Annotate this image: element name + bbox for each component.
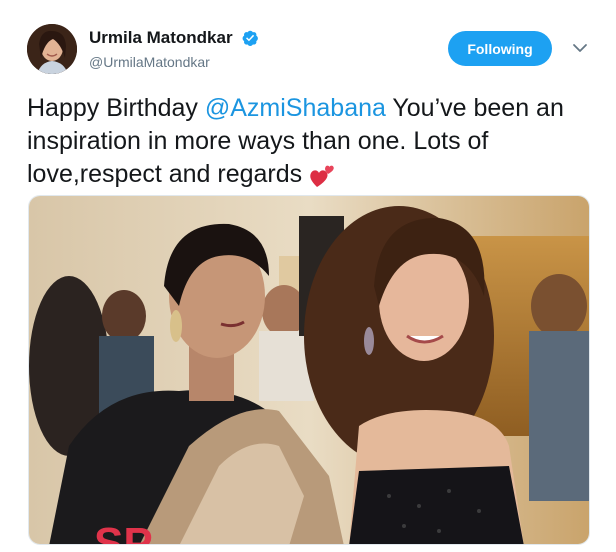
tweet-header: Urmila Matondkar @UrmilaMatondkar Follow… bbox=[27, 24, 596, 76]
tweet-text-start: Happy Birthday bbox=[27, 94, 205, 122]
author-handle[interactable]: @UrmilaMatondkar bbox=[89, 54, 259, 70]
author-avatar[interactable] bbox=[27, 24, 77, 74]
mention-link[interactable]: @AzmiShabana bbox=[205, 94, 386, 122]
author-info: Urmila Matondkar @UrmilaMatondkar bbox=[89, 28, 259, 70]
tweet-card: Urmila Matondkar @UrmilaMatondkar Follow… bbox=[0, 0, 616, 552]
author-name[interactable]: Urmila Matondkar bbox=[89, 28, 233, 48]
tweet-photo[interactable]: SP bbox=[28, 195, 590, 545]
chevron-down-icon[interactable] bbox=[570, 38, 590, 58]
following-button[interactable]: Following bbox=[448, 31, 552, 66]
verified-badge-icon bbox=[241, 29, 259, 47]
tweet-text: Happy Birthday @AzmiShabana You’ve been … bbox=[27, 92, 587, 191]
watermark-logo: SP bbox=[94, 519, 153, 545]
two-hearts-emoji-icon bbox=[309, 161, 337, 189]
